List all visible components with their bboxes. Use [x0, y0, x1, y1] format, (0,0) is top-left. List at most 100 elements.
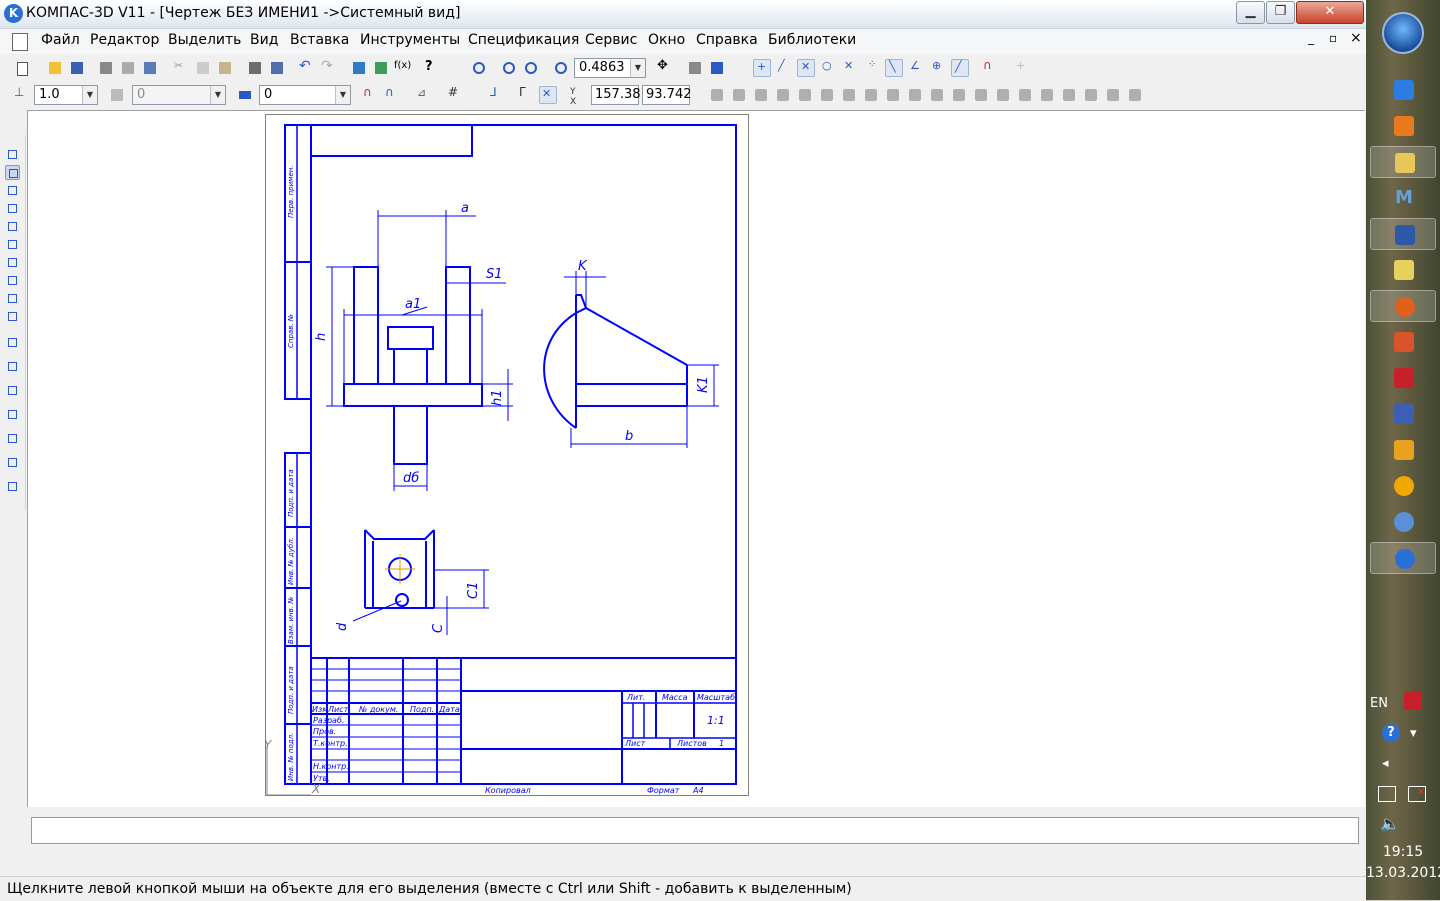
view-operation-button[interactable] — [1016, 86, 1034, 104]
clock[interactable]: 19:15 13.03.2012 — [1366, 842, 1440, 884]
list-button[interactable] — [268, 59, 286, 77]
print-setup-button[interactable] — [141, 59, 159, 77]
print-button[interactable] — [97, 59, 115, 77]
menu-file[interactable]: Файл — [41, 32, 80, 48]
chevron-down-icon[interactable]: ▼ — [335, 86, 350, 104]
magnet-settings-button[interactable]: ∩ — [383, 85, 401, 104]
manager-button[interactable] — [350, 59, 368, 77]
menu-help[interactable]: Справка — [696, 32, 758, 48]
chevron-down-icon[interactable]: ▼ — [210, 86, 225, 104]
library-manager-button[interactable] — [372, 59, 390, 77]
taskbar-word[interactable] — [1370, 218, 1436, 250]
cursor-y-field[interactable]: 93.742 — [642, 85, 692, 105]
snap-alignment-button[interactable]: ╲ — [885, 59, 903, 77]
refresh-view-button[interactable] — [686, 59, 704, 77]
view-operation-button[interactable] — [752, 86, 770, 104]
menu-window[interactable]: Окно — [648, 32, 685, 48]
menu-service[interactable]: Сервис — [585, 32, 637, 48]
grid-button[interactable]: # — [446, 85, 464, 104]
zoom-in-button[interactable] — [500, 59, 518, 77]
view-operation-button[interactable] — [1038, 86, 1056, 104]
taskbar-kompas[interactable] — [1370, 542, 1436, 574]
redo-button[interactable]: ↷ — [320, 58, 338, 77]
copy-button[interactable] — [194, 59, 212, 77]
tool-select-button[interactable] — [5, 255, 20, 270]
cut-button[interactable]: ✂ — [172, 59, 190, 77]
taskbar-app11[interactable] — [1370, 434, 1436, 466]
snap-grid-button[interactable]: ⁘ — [866, 59, 884, 77]
mdi-minimize-button[interactable]: _ — [1308, 31, 1314, 45]
cursor-x-field[interactable]: 157.38 — [591, 85, 641, 105]
tool-associative-views-button[interactable] — [5, 273, 20, 288]
ortho-button[interactable]: ⊿ — [414, 86, 432, 104]
restore-button[interactable]: ❐ — [1266, 1, 1295, 24]
zoom-field[interactable]: 0.4863 ▼ — [574, 58, 646, 78]
snap-angle-button[interactable]: ∠ — [907, 59, 925, 77]
paste-button[interactable] — [216, 59, 234, 77]
tool-roughness-button[interactable] — [5, 479, 20, 494]
kompas-app-icon[interactable]: K — [4, 4, 23, 23]
tool-parametrization-button[interactable] — [5, 219, 20, 234]
save-button[interactable] — [68, 59, 86, 77]
layer-state-field[interactable]: 0 ▼ — [132, 85, 226, 105]
tool-geometry-button[interactable] — [5, 147, 20, 162]
tool-measure-button[interactable] — [5, 237, 20, 252]
view-operation-button[interactable] — [1082, 86, 1100, 104]
zoom-scale-button[interactable] — [552, 59, 570, 77]
view-operation-button[interactable] — [928, 86, 946, 104]
network-warning-icon[interactable]: ✕ — [1408, 786, 1426, 802]
antivirus-tray-icon[interactable] — [1404, 692, 1422, 710]
taskbar-ie[interactable] — [1370, 74, 1436, 106]
language-indicator[interactable]: EN — [1370, 696, 1388, 711]
volume-icon[interactable]: 🔈 — [1380, 814, 1400, 833]
tool-dim-auto-button[interactable] — [5, 335, 20, 350]
snap-normal-button[interactable]: ✕ — [841, 59, 859, 77]
menu-select[interactable]: Выделить — [168, 32, 241, 48]
view-operation-button[interactable] — [906, 86, 924, 104]
snap-disabled-button[interactable]: + — [1013, 59, 1031, 77]
minimize-button[interactable]: ▁ — [1236, 1, 1265, 24]
mdi-close-button[interactable]: × — [1350, 30, 1362, 46]
tool-radius-dim-button[interactable] — [5, 407, 20, 422]
command-input-panel[interactable] — [31, 817, 1359, 844]
magnet-button[interactable]: ∩ — [361, 85, 379, 104]
tool-diameter-dim-button[interactable] — [5, 383, 20, 398]
view-operation-button[interactable] — [774, 86, 792, 104]
pan-button[interactable]: ✥ — [655, 58, 673, 77]
tool-reports-button[interactable] — [5, 309, 20, 324]
view-operation-button[interactable] — [730, 86, 748, 104]
menu-specification[interactable]: Спецификация — [468, 32, 579, 48]
taskbar-m-app[interactable]: M — [1370, 182, 1436, 214]
view-operation-button[interactable] — [1104, 86, 1122, 104]
snap-magnet-button[interactable]: ∩ — [981, 58, 999, 77]
chevron-down-icon[interactable]: ▼ — [82, 86, 97, 104]
tool-linear-dim-button[interactable] — [5, 359, 20, 374]
start-button[interactable] — [1382, 12, 1424, 54]
document-icon[interactable] — [12, 33, 28, 51]
close-button[interactable]: ✕ — [1296, 1, 1364, 24]
coordinate-system-button[interactable]: ⅃ — [487, 85, 505, 104]
tool-angle-dim-button[interactable] — [5, 431, 20, 446]
view-operation-button[interactable] — [884, 86, 902, 104]
drawing-canvas[interactable]: Перв. примен. Справ. № Подп. и дата Инв.… — [28, 111, 1365, 807]
tool-designations-button[interactable] — [5, 183, 20, 198]
mdi-restore-button[interactable]: ▫ — [1329, 31, 1337, 45]
view-operation-button[interactable] — [862, 86, 880, 104]
snap-touch-button[interactable]: ○ — [819, 59, 837, 77]
properties-button[interactable] — [246, 59, 264, 77]
rebuild-button[interactable] — [708, 59, 726, 77]
orthogonal-mode-button[interactable]: Γ — [516, 85, 534, 104]
tool-dimensions-button[interactable] — [5, 165, 20, 180]
undo-button[interactable]: ↶ — [298, 58, 316, 77]
line-scale-field[interactable]: 1.0 ▼ — [34, 85, 98, 105]
taskbar-folder[interactable] — [1370, 254, 1436, 286]
variables-button[interactable]: f(x) — [394, 59, 412, 77]
taskbar-app8[interactable] — [1370, 326, 1436, 358]
drawing-workspace[interactable]: Перв. примен. Справ. № Подп. и дата Инв.… — [27, 110, 1365, 807]
help-cursor-button[interactable]: ? — [423, 59, 441, 77]
zoom-out-button[interactable] — [522, 59, 540, 77]
snap-nearest-point-button[interactable]: + — [753, 59, 771, 77]
view-operation-button[interactable] — [994, 86, 1012, 104]
taskbar-firefox[interactable] — [1370, 290, 1436, 322]
snap-midpoint-button[interactable]: ╱ — [775, 59, 793, 77]
